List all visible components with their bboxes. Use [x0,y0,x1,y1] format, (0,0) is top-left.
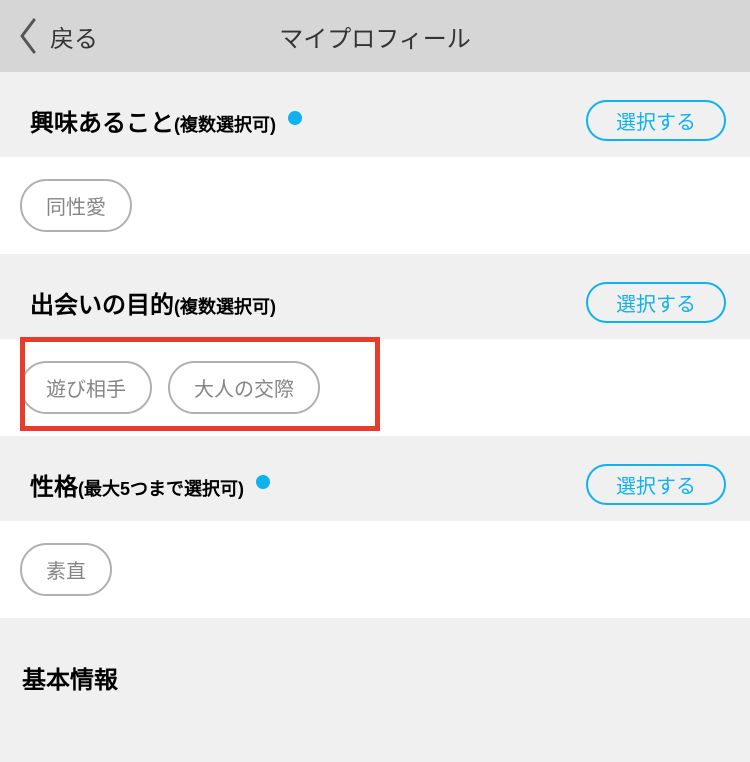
section-interests-header: 興味あること (複数選択可) 選択する [0,100,750,157]
back-button[interactable]: 戻る [0,18,98,54]
chip-purpose[interactable]: 遊び相手 [20,361,152,414]
status-dot-icon [288,111,302,125]
back-label: 戻る [50,19,98,54]
section-personality-title: 性格 [30,467,78,502]
section-personality-header: 性格 (最大5つまで選択可) 選択する [0,464,750,521]
chip-personality[interactable]: 素直 [20,543,112,596]
select-personality-button[interactable]: 選択する [586,464,726,505]
page-title: マイプロフィール [279,19,471,54]
status-dot-icon [256,475,270,489]
chip-interest[interactable]: 同性愛 [20,179,132,232]
section-interests: 興味あること (複数選択可) 選択する 同性愛 [0,100,750,254]
personality-chip-panel: 素直 [0,521,750,618]
select-interests-button[interactable]: 選択する [586,100,726,141]
select-purpose-button[interactable]: 選択する [586,282,726,323]
section-purpose-title: 出会いの目的 [30,285,174,320]
section-interests-title: 興味あること [30,103,174,138]
section-interests-title-wrap: 興味あること (複数選択可) [30,103,302,138]
section-personality: 性格 (最大5つまで選択可) 選択する 素直 [0,464,750,618]
app-header: 戻る マイプロフィール [0,0,750,72]
section-purpose-subtitle: (複数選択可) [174,293,276,319]
chip-purpose[interactable]: 大人の交際 [168,361,320,414]
section-purpose-header: 出会いの目的 (複数選択可) 選択する [0,282,750,339]
section-personality-subtitle: (最大5つまで選択可) [78,475,244,501]
section-basic-info-title: 基本情報 [0,640,750,707]
section-purpose-title-wrap: 出会いの目的 (複数選択可) [30,285,276,320]
purpose-chip-panel: 遊び相手 大人の交際 [0,339,750,436]
section-purpose: 出会いの目的 (複数選択可) 選択する 遊び相手 大人の交際 [0,282,750,436]
section-personality-title-wrap: 性格 (最大5つまで選択可) [30,467,270,502]
section-interests-subtitle: (複数選択可) [174,111,276,137]
interests-chip-panel: 同性愛 [0,157,750,254]
chevron-left-icon [18,18,38,54]
